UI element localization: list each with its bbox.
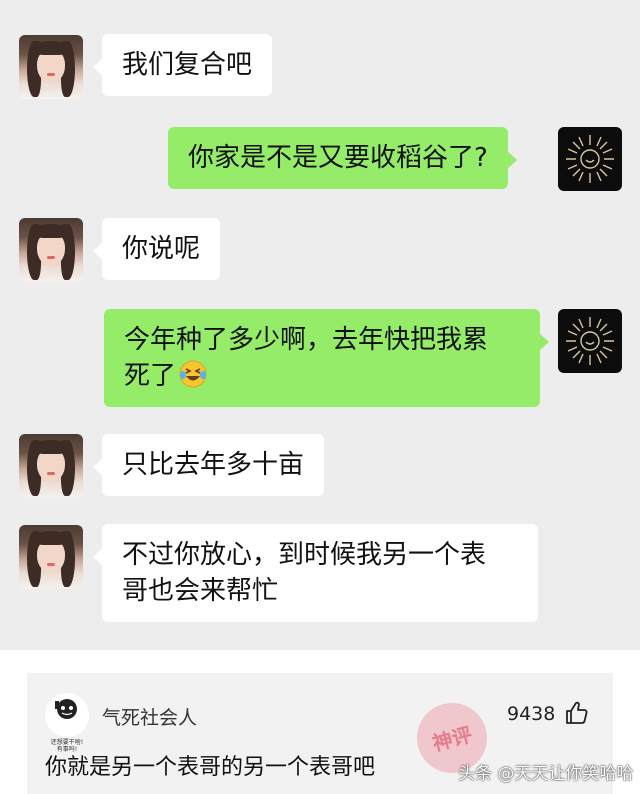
comment-text: 你就是另一个表哥的另一个表哥吧 [45,755,376,780]
contact-avatar[interactable] [19,525,83,589]
contact-avatar[interactable] [19,218,83,282]
sun-logo-icon [566,317,614,365]
message-text: 你家是不是又要收稻谷了? [188,143,488,173]
message-bubble[interactable]: 只比去年多十亩 [92,434,325,496]
message-bubble[interactable]: 你家是不是又要收稻谷了? [168,127,517,189]
message-text: 只比去年多十亩 [122,450,305,480]
my-avatar[interactable] [558,309,622,373]
message-bubble[interactable]: 今年种了多少啊，去年快把我累 死了 [104,309,549,407]
message-text: 你说呢 [122,234,201,264]
watermark: 头条 @天天让你笑哈哈 [458,764,634,784]
meme-face-icon [55,699,77,719]
message-text-line: 今年种了多少啊，去年快把我累 [124,325,489,355]
thumbs-up-icon[interactable] [564,700,590,726]
contact-avatar[interactable] [19,434,83,498]
chat-area: 我们复合吧 你家是不是又要收稻谷了? 你说呢 今年种了多少啊，去年快把我累 死了… [0,0,640,650]
message-bubble[interactable]: 你说呢 [92,218,221,280]
commenter-name[interactable]: 气死社会人 [102,703,197,730]
message-bubble[interactable]: 我们复合吧 [92,34,273,96]
message-text-line: 哥也会来帮忙 [122,576,279,606]
commenter-avatar[interactable] [45,693,89,737]
laughing-crying-emoji-icon [179,360,207,388]
my-avatar[interactable] [558,127,622,191]
message-text-line: 不过你放心，到时候我另一个表 [122,540,487,570]
message-text-line: 死了 [124,361,177,391]
contact-avatar[interactable] [19,35,83,99]
like-count: 9438 [507,703,556,725]
message-text: 我们复合吧 [122,50,253,80]
sun-logo-icon [566,135,614,183]
message-bubble[interactable]: 不过你放心，到时候我另一个表 哥也会来帮忙 [93,524,538,622]
